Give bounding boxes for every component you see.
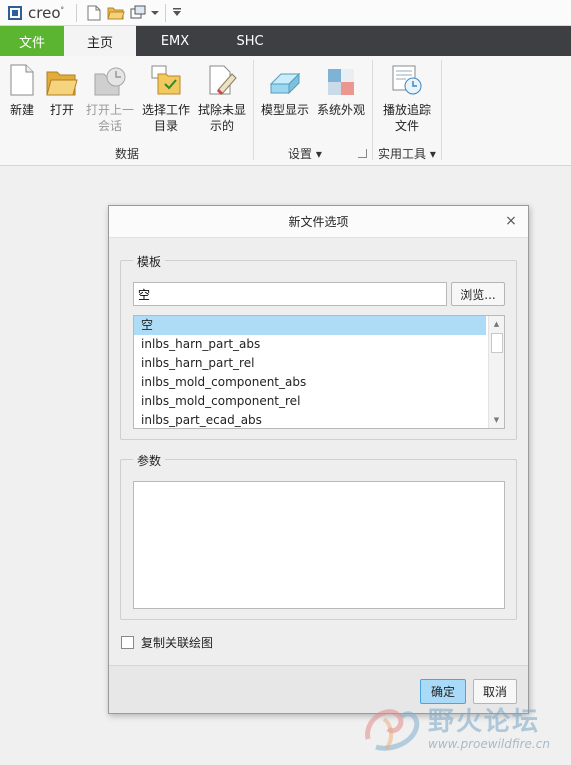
- template-list-items: 空 inlbs_harn_part_abs inlbs_harn_part_rel i…: [134, 316, 504, 428]
- dialog-title: 新文件选项: [288, 215, 349, 229]
- scroll-down-icon[interactable]: ▼: [489, 412, 504, 428]
- app-brand: creo°: [28, 3, 64, 22]
- group-label-data: 数据: [115, 147, 140, 161]
- working-directory-icon: [149, 60, 183, 96]
- title-bar: creo°: [0, 0, 571, 26]
- app-window-icon[interactable]: [8, 5, 22, 20]
- copy-associated-drawings-checkbox[interactable]: [121, 636, 134, 649]
- watermark-logo-icon: [365, 709, 420, 751]
- model-display-label: 模型显示: [260, 103, 309, 117]
- tab-shc[interactable]: SHC: [214, 26, 286, 56]
- system-appearance-button[interactable]: 系统外观: [314, 60, 368, 118]
- system-appearance-label: 系统外观: [316, 103, 365, 117]
- settings-launcher-icon[interactable]: [358, 149, 367, 158]
- open-last-session-button[interactable]: 打开上一 会话: [84, 60, 136, 134]
- window-icon[interactable]: [127, 2, 149, 24]
- select-working-directory-label-1: 选择工作: [141, 103, 190, 117]
- erase-not-displayed-button[interactable]: 拭除未显 示的: [196, 60, 248, 134]
- eraser-icon: [205, 60, 239, 96]
- dialog-title-bar: 新文件选项 ×: [109, 206, 528, 238]
- open-folder-large-icon: [45, 60, 79, 96]
- play-trail-file-label-2: 文件: [394, 119, 419, 133]
- watermark-text: 野火论坛: [428, 707, 541, 737]
- select-working-directory-button[interactable]: 选择工作 目录: [140, 60, 192, 134]
- play-trail-file-label-1: 播放追踪: [382, 103, 431, 117]
- open-button[interactable]: 打开: [44, 60, 80, 118]
- group-label-settings[interactable]: 设置 ▾: [288, 145, 322, 162]
- ribbon-group-divider-3: [441, 60, 442, 160]
- copy-associated-drawings-option[interactable]: 复制关联绘图: [121, 634, 213, 651]
- new-doc-icon[interactable]: [83, 2, 105, 24]
- open-last-session-label-1: 打开上一: [85, 103, 134, 117]
- ribbon-group-divider-1: [253, 60, 254, 160]
- tab-file[interactable]: 文件: [0, 26, 64, 56]
- scroll-thumb[interactable]: [491, 333, 503, 353]
- erase-not-displayed-label-1: 拭除未显: [197, 103, 246, 117]
- template-list-item[interactable]: inlbs_mold_component_abs: [134, 373, 486, 392]
- template-list-item[interactable]: inlbs_part_ecad_abs: [134, 411, 486, 428]
- new-button[interactable]: 新建: [4, 60, 40, 118]
- new-file-icon: [5, 60, 39, 96]
- watermark: 野火论坛 www.proewildfire.cn: [358, 697, 568, 761]
- template-list-scrollbar[interactable]: ▲ ▼: [488, 316, 504, 428]
- watermark-url: www.proewildfire.cn: [428, 737, 550, 751]
- parameters-area[interactable]: [133, 481, 505, 609]
- last-session-icon: [93, 60, 127, 96]
- browse-button[interactable]: 浏览...: [451, 282, 505, 306]
- template-list-item[interactable]: inlbs_harn_part_rel: [134, 354, 486, 373]
- template-input[interactable]: [133, 282, 447, 306]
- quick-access-divider-2: [165, 3, 166, 22]
- template-list-item[interactable]: 空: [134, 316, 486, 335]
- quick-access-divider: [76, 3, 77, 22]
- open-last-session-label-2: 会话: [97, 119, 122, 133]
- template-list[interactable]: 空 inlbs_harn_part_abs inlbs_harn_part_rel i…: [133, 315, 505, 429]
- model-display-icon: [268, 60, 302, 96]
- new-file-options-dialog: 新文件选项 × 模板 浏览... 空inlbs_harn_part_absinl…: [108, 205, 529, 714]
- scroll-up-icon[interactable]: ▲: [489, 316, 504, 332]
- system-appearance-icon: [324, 60, 358, 96]
- select-working-directory-label-2: 目录: [153, 119, 178, 133]
- template-list-item[interactable]: inlbs_harn_part_abs: [134, 335, 486, 354]
- ribbon-panel: 新建 打开 打开上一 会话 选择工作 目录 拭除未显 示的 模型显示 系统外观 …: [0, 56, 571, 166]
- dropdown-arrow-icon[interactable]: [149, 2, 161, 24]
- tab-emx[interactable]: EMX: [136, 26, 214, 56]
- template-list-item[interactable]: inlbs_mold_component_rel: [134, 392, 486, 411]
- play-trail-file-button[interactable]: 播放追踪 文件: [379, 60, 435, 134]
- trail-file-icon: [390, 60, 424, 96]
- template-legend: 模板: [133, 253, 166, 270]
- ribbon-group-divider-2: [372, 60, 373, 160]
- new-label: 新建: [9, 103, 34, 117]
- open-label: 打开: [49, 103, 74, 117]
- ribbon-tab-bar: 文件 主页 EMX SHC: [0, 26, 571, 56]
- close-icon[interactable]: ×: [502, 212, 520, 230]
- model-display-button[interactable]: 模型显示: [258, 60, 312, 118]
- tab-home[interactable]: 主页: [64, 26, 136, 56]
- copy-associated-drawings-label: 复制关联绘图: [141, 636, 214, 650]
- erase-not-displayed-label-2: 示的: [209, 119, 234, 133]
- customize-arrow-icon[interactable]: [170, 2, 184, 24]
- group-label-utilities[interactable]: 实用工具 ▾: [378, 145, 436, 162]
- open-folder-icon[interactable]: [105, 2, 127, 24]
- parameters-legend: 参数: [133, 452, 166, 469]
